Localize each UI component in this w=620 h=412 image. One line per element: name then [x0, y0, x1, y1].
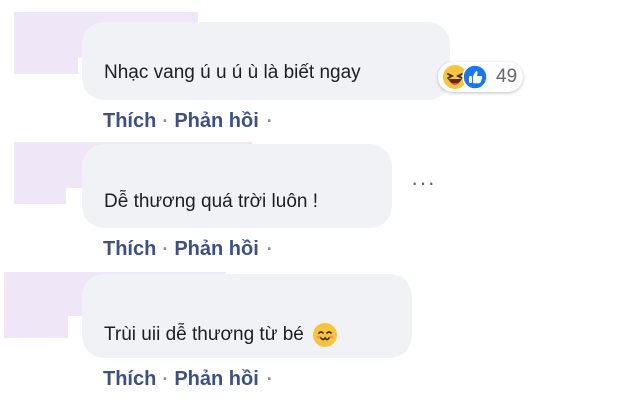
separator: ·	[162, 369, 169, 389]
comment-text-content: Trùi uii dễ thương từ bé	[104, 324, 304, 345]
more-options-button[interactable]: ···	[411, 170, 436, 196]
comment-1: Nhạc vang ú u ú ù là biết ngay 49 Thích …	[0, 0, 620, 140]
comment-bubble: Nhạc vang ú u ú ù là biết ngay	[82, 22, 450, 100]
comment-2: Dễ thương quá trời luôn ! ··· Thích · Ph…	[0, 140, 620, 270]
comment-text: Trùi uii dễ thương từ bé	[104, 322, 338, 348]
comment-actions: Thích · Phản hồi ·	[103, 110, 273, 133]
comment-actions: Thích · Phản hồi ·	[103, 368, 273, 391]
like-button[interactable]: Thích	[103, 238, 156, 261]
separator: ·	[266, 239, 273, 259]
separator: ·	[162, 111, 169, 131]
like-button[interactable]: Thích	[103, 368, 156, 391]
like-button[interactable]: Thích	[103, 110, 156, 133]
comment-text: Dễ thương quá trời luôn !	[104, 191, 319, 212]
reply-button[interactable]: Phản hồi	[174, 110, 258, 133]
reaction-count: 49	[496, 66, 518, 87]
comment-3: Trùi uii dễ thương từ bé Thích · Phản hồ…	[0, 270, 620, 412]
comment-text: Nhạc vang ú u ú ù là biết ngay	[104, 62, 361, 83]
redacted-name	[14, 188, 66, 204]
redacted-name	[4, 316, 68, 338]
comment-actions: Thích · Phản hồi ·	[103, 238, 273, 261]
reaction-summary[interactable]: 49	[438, 62, 524, 92]
separator: ·	[162, 239, 169, 259]
reply-button[interactable]: Phản hồi	[174, 368, 258, 391]
comment-bubble: Trùi uii dễ thương từ bé	[82, 274, 412, 358]
smiling-emoji	[312, 323, 337, 347]
comment-bubble: Dễ thương quá trời luôn !	[82, 144, 392, 228]
like-icon	[462, 64, 488, 90]
separator: ·	[266, 111, 273, 131]
separator: ·	[266, 369, 273, 389]
reply-button[interactable]: Phản hồi	[174, 238, 258, 261]
redacted-name	[14, 58, 78, 74]
